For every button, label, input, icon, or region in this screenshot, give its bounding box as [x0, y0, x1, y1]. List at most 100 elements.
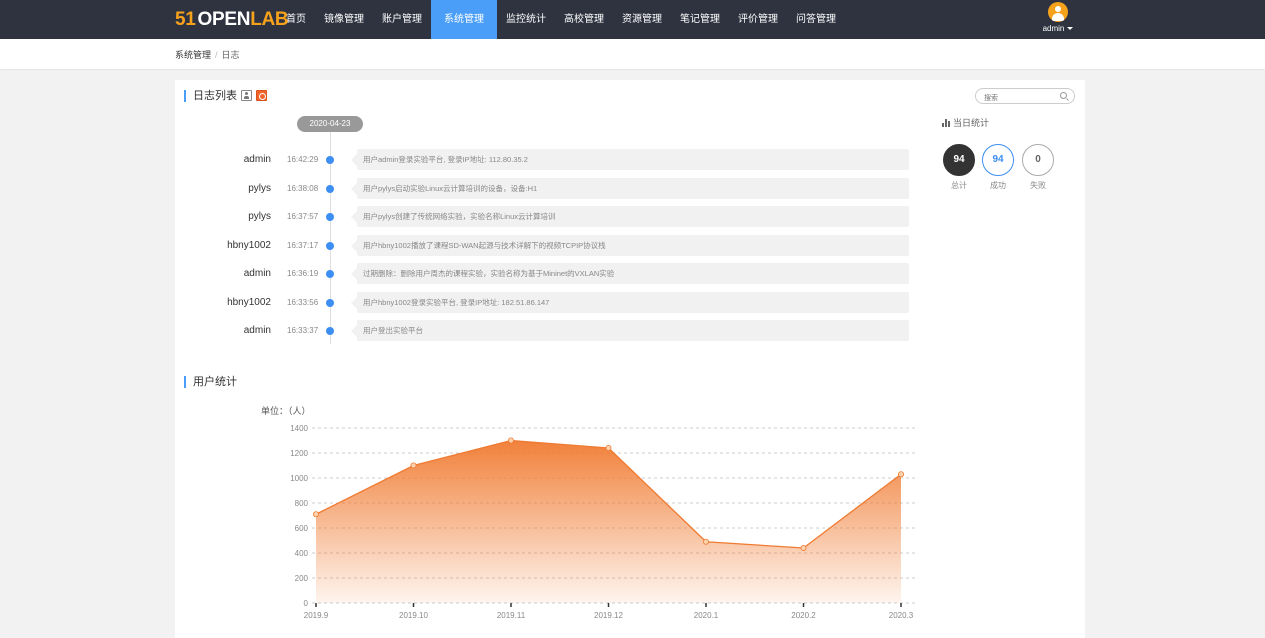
log-user: admin: [243, 154, 271, 165]
data-point: [702, 538, 709, 545]
nav-item-7[interactable]: 笔记管理: [671, 0, 729, 39]
log-message: 用户pylys创建了传统网络实验，实验名称Linux云计算培训: [357, 206, 909, 227]
y-tick-label: 200: [295, 574, 309, 583]
timeline-dot: [326, 241, 334, 250]
chart-unit-label: 单位：（人）: [261, 406, 311, 416]
log-entry: hbny1002 16:33:56 用户hbny1002登录实验平台, 登录IP地址…: [175, 291, 910, 314]
breadcrumb-parent[interactable]: 系统管理: [175, 50, 211, 60]
breadcrumb-separator: /: [215, 50, 218, 60]
breadcrumb-current: 日志: [221, 50, 240, 60]
stat-total-value: 94: [943, 144, 975, 176]
top-nav-bar: 51 OPEN LAB 首页 镜像管理 账户管理 系统管理 监控统计 高校管理 资源管理 笔记…: [0, 0, 1265, 39]
timeline-dot: [326, 156, 334, 164]
log-time: 16:36:19: [287, 269, 319, 278]
log-user: admin: [243, 268, 271, 279]
chevron-down-icon: [1067, 27, 1074, 31]
stat-success-label: 成功: [990, 181, 1006, 190]
nav-item-2[interactable]: 账户管理: [373, 0, 431, 39]
timeline-dot: [326, 184, 334, 193]
data-point: [898, 471, 905, 478]
y-tick-label: 1400: [290, 424, 308, 433]
user-stats-title: 用户统计: [184, 376, 237, 388]
log-message: 用户admin登录实验平台, 登录IP地址: 112.80.35.2: [357, 149, 909, 170]
log-list-title: 日志列表: [184, 90, 267, 102]
log-message: 用户登出实验平台: [357, 320, 909, 341]
logo-open: OPEN: [197, 9, 251, 30]
log-time: 16:33:37: [287, 326, 319, 335]
timeline-dot: [326, 270, 334, 278]
daily-stats-title: 当日统计: [942, 116, 989, 129]
log-user: hbny1002: [227, 296, 271, 308]
breadcrumb-bar: 系统管理 / 日志: [0, 39, 1265, 69]
data-point: [507, 437, 514, 444]
nav-item-4[interactable]: 监控统计: [497, 0, 555, 39]
x-tick-label: 2019.12: [594, 611, 623, 620]
main-panel: 日志列表 2020-04-23 admin 16:42:29 用户admin登录实验…: [175, 80, 1085, 638]
data-point: [800, 545, 807, 552]
bar-chart-icon: [942, 119, 951, 127]
nav-item-3[interactable]: 系统管理: [431, 0, 497, 39]
user-name[interactable]: admin: [1040, 24, 1076, 33]
nav-item-8[interactable]: 评价管理: [729, 0, 787, 39]
search-icon[interactable]: [1060, 92, 1067, 99]
log-message: 用户pylys启动实验Linux云计算培训的设备，设备:H1: [357, 177, 909, 199]
nav-item-5[interactable]: 高校管理: [555, 0, 613, 39]
logo-number: 51: [175, 9, 196, 30]
y-tick-label: 400: [295, 549, 309, 558]
stat-fail-label: 失败: [1030, 181, 1046, 190]
timeline-dot: [326, 213, 334, 221]
log-time: 16:37:57: [287, 212, 319, 221]
nav-item-9[interactable]: 问答管理: [787, 0, 845, 39]
y-tick-label: 1000: [290, 474, 308, 483]
main-nav: 首页 镜像管理 账户管理 系统管理 监控统计 高校管理 资源管理 笔记管理 评价管理 问答管理: [277, 0, 845, 39]
stat-total-label: 总计: [951, 181, 967, 190]
log-entry: admin 16:36:19 过期删除：删除用户周杰的课程实验，实验名称为基于Min…: [175, 263, 910, 285]
area-fill: [316, 440, 901, 603]
log-entry: hbny1002 16:37:17 用户hbny1002播放了课程SD-WAN起源与…: [175, 234, 910, 257]
log-time: 16:38:08: [287, 183, 319, 193]
x-tick-label: 2019.11: [497, 611, 526, 620]
log-time: 16:33:56: [287, 297, 319, 307]
log-time: 16:37:17: [287, 240, 319, 250]
log-entry: pylys 16:37:57 用户pylys创建了传统网络实验，实验名称Linux云…: [175, 206, 910, 228]
nav-item-1[interactable]: 镜像管理: [315, 0, 373, 39]
nav-item-0[interactable]: 首页: [277, 0, 315, 39]
log-user: pylys: [248, 211, 271, 222]
data-point: [313, 511, 320, 518]
nav-item-6[interactable]: 资源管理: [613, 0, 671, 39]
x-tick-label: 2020.2: [791, 611, 816, 620]
y-tick-label: 0: [304, 599, 309, 608]
y-tick-label: 600: [295, 524, 309, 533]
log-user: admin: [243, 325, 271, 336]
record-icon[interactable]: [256, 90, 267, 101]
x-tick-label: 2020.1: [694, 611, 719, 620]
stat-success-value: 94: [982, 144, 1014, 176]
log-message: 用户hbny1002登录实验平台, 登录IP地址: 182.51.86.147: [357, 291, 909, 313]
log-message: 过期删除：删除用户周杰的课程实验，实验名称为基于Mininet的VXLAN实验: [357, 263, 909, 284]
log-entry: admin 16:42:29 用户admin登录实验平台, 登录IP地址: 112.…: [175, 149, 910, 171]
openlab-logo[interactable]: 51 OPEN LAB: [175, 9, 289, 31]
x-tick-label: 2019.9: [304, 611, 329, 620]
user-filter-icon[interactable]: [241, 90, 252, 101]
stat-fail-value: 0: [1022, 144, 1054, 176]
data-point: [410, 462, 417, 469]
search-box[interactable]: [975, 88, 1075, 106]
log-list-title-text: 日志列表: [193, 90, 237, 102]
timeline-dot: [326, 298, 334, 307]
log-user: hbny1002: [227, 239, 271, 251]
date-badge: 2020-04-23: [297, 116, 363, 132]
avatar-icon[interactable]: [1048, 2, 1068, 22]
search-input[interactable]: [984, 91, 1062, 106]
y-tick-label: 800: [295, 499, 309, 508]
log-message: 用户hbny1002播放了课程SD-WAN起源与技术详解下的视频TCPIP协议栈: [357, 234, 909, 256]
log-time: 16:42:29: [287, 155, 319, 164]
log-entry: admin 16:33:37 用户登出实验平台: [175, 320, 910, 342]
x-tick-label: 2020.3: [889, 611, 914, 620]
log-entry: pylys 16:38:08 用户pylys启动实验Linux云计算培训的设备，设备…: [175, 177, 910, 200]
breadcrumb: 系统管理 / 日志: [175, 48, 240, 61]
log-user: pylys: [248, 182, 271, 194]
user-menu[interactable]: admin: [1040, 2, 1076, 33]
x-tick-label: 2019.10: [399, 611, 428, 620]
timeline-dot: [326, 327, 334, 335]
data-point: [605, 444, 612, 451]
